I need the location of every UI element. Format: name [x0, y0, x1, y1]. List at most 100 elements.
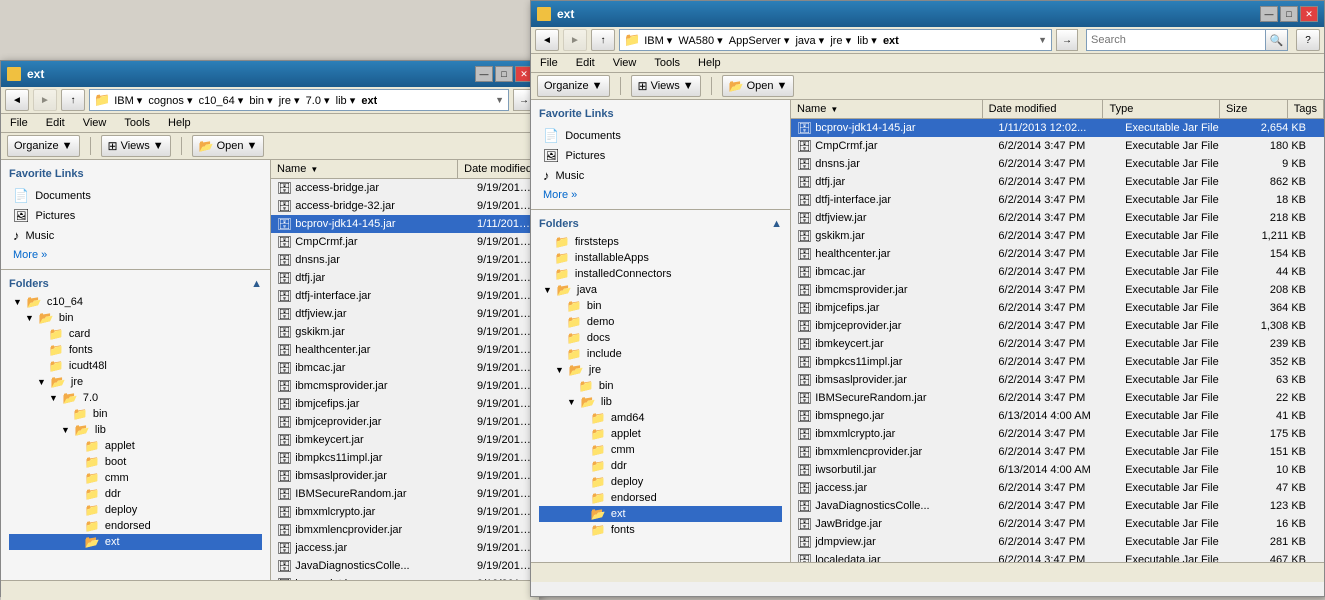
table-row[interactable]: 🗄 jdmpview.jar 6/2/2014 3:47 PM Executab… [791, 533, 1324, 551]
table-row[interactable]: 🗄 ibmxmlcrypto.jar 9/19/2013 9:47 AM [271, 503, 539, 521]
table-row[interactable]: 🗄 JawBridge.jar 6/2/2014 3:47 PM Executa… [791, 515, 1324, 533]
table-row[interactable]: 🗄 javascript.jar 9/19/2013 9:47 AM [271, 575, 539, 580]
menu-help-1[interactable]: Help [165, 116, 194, 130]
tree-item[interactable]: ▶ 📁 deploy [539, 474, 782, 490]
table-row[interactable]: 🗄 ibmkeycert.jar 6/2/2014 3:47 PM Execut… [791, 335, 1324, 353]
table-row[interactable]: 🗄 gskikm.jar 9/19/2013 9:47 AM [271, 323, 539, 341]
views-btn-1[interactable]: ⊞ Views ▼ [101, 135, 171, 157]
table-row[interactable]: 🗄 IBMSecureRandom.jar 9/19/2013 9:47 AM [271, 485, 539, 503]
open-btn-1[interactable]: 📂 Open ▼ [192, 135, 265, 157]
tree-item[interactable]: ▶ 📁 cmm [539, 442, 782, 458]
tree-item[interactable]: ▼ 📂 lib [9, 422, 262, 438]
col-type-2[interactable]: Type [1103, 100, 1219, 118]
tree-item[interactable]: ▼ 📂 java [539, 282, 782, 298]
table-row[interactable]: 🗄 dtfj.jar 9/19/2013 9:47 AM [271, 269, 539, 287]
tree-item[interactable]: ▶ 📁 amd64 [539, 410, 782, 426]
table-row[interactable]: 🗄 jaccess.jar 9/19/2013 9:47 AM [271, 539, 539, 557]
organize-btn-1[interactable]: Organize ▼ [7, 135, 80, 157]
tree-item[interactable]: ▶ 📁 endorsed [9, 518, 262, 534]
table-row[interactable]: 🗄 IBMSecureRandom.jar 6/2/2014 3:47 PM E… [791, 389, 1324, 407]
fav-documents-2[interactable]: 📄 Documents [539, 126, 782, 146]
menu-view-1[interactable]: View [80, 116, 110, 130]
col-name-1[interactable]: Name ▼ [271, 160, 458, 178]
table-row[interactable]: 🗄 JavaDiagnosticsColle... 9/19/2013 9:47… [271, 557, 539, 575]
address-dropdown-1[interactable]: ▼ [495, 95, 504, 105]
menu-edit-2[interactable]: Edit [573, 56, 598, 70]
table-row[interactable]: 🗄 gskikm.jar 6/2/2014 3:47 PM Executable… [791, 227, 1324, 245]
tree-item-ext[interactable]: ▶ 📂 ext [9, 534, 262, 550]
tree-item[interactable]: ▶ 📁 bin [9, 406, 262, 422]
tree-item[interactable]: ▼ 📂 bin [9, 310, 262, 326]
table-row[interactable]: 🗄 ibmpkcs11impl.jar 9/19/2013 9:47 AM [271, 449, 539, 467]
table-row[interactable]: 🗄 iwsorbutil.jar 6/13/2014 4:00 AM Execu… [791, 461, 1324, 479]
organize-btn-2[interactable]: Organize ▼ [537, 75, 610, 97]
table-row[interactable]: 🗄 dtfjview.jar 9/19/2013 9:47 AM [271, 305, 539, 323]
forward-btn-1[interactable]: ► [33, 89, 57, 111]
forward-btn-2[interactable]: ► [563, 29, 587, 51]
address-bar-2[interactable]: 📁 IBM ▾ WA580 ▾ AppServer ▾ java ▾ jre ▾… [619, 29, 1052, 51]
folders-collapse-2[interactable]: ▲ [771, 218, 782, 230]
table-row[interactable]: 🗄 ibmkeycert.jar 9/19/2013 9:47 AM [271, 431, 539, 449]
file-rows-2[interactable]: 🗄 bcprov-jdk14-145.jar 1/11/2013 12:02..… [791, 119, 1324, 562]
tree-item[interactable]: ▶ 📁 bin [539, 298, 782, 314]
tree-item[interactable]: ▶ 📁 deploy [9, 502, 262, 518]
table-row[interactable]: 🗄 ibmcac.jar 9/19/2013 9:47 AM [271, 359, 539, 377]
menu-edit-1[interactable]: Edit [43, 116, 68, 130]
col-date-2[interactable]: Date modified [983, 100, 1104, 118]
open-btn-2[interactable]: 📂 Open ▼ [722, 75, 795, 97]
help-btn-2[interactable]: ? [1296, 29, 1320, 51]
table-row[interactable]: 🗄 ibmpkcs11impl.jar 6/2/2014 3:47 PM Exe… [791, 353, 1324, 371]
views-btn-2[interactable]: ⊞ Views ▼ [631, 75, 701, 97]
file-rows-1[interactable]: 🗄 access-bridge.jar 9/19/2013 9:47 AM 🗄 … [271, 179, 539, 580]
tree-container-1[interactable]: ▼ 📂 c10_64 ▼ 📂 bin ▶ 📁 card [9, 294, 262, 572]
up-btn-2[interactable]: ↑ [591, 29, 615, 51]
tree-item[interactable]: ▶ 📁 demo [539, 314, 782, 330]
table-row[interactable]: 🗄 dnsns.jar 9/19/2013 9:47 AM [271, 251, 539, 269]
tree-item[interactable]: ▶ 📁 ddr [539, 458, 782, 474]
fav-pictures-1[interactable]: 🖼 Pictures [9, 206, 262, 226]
table-row[interactable]: 🗄 ibmjcefips.jar 9/19/2013 9:47 AM [271, 395, 539, 413]
search-btn-2[interactable]: 🔍 [1266, 29, 1288, 51]
menu-help-2[interactable]: Help [695, 56, 724, 70]
tree-item[interactable]: ▶ 📁 applet [539, 426, 782, 442]
tree-item[interactable]: ▶ 📁 endorsed [539, 490, 782, 506]
tree-item-include[interactable]: ▶ 📁 include [539, 346, 782, 362]
table-row[interactable]: 🗄 ibmxmlcrypto.jar 6/2/2014 3:47 PM Exec… [791, 425, 1324, 443]
tree-item[interactable]: ▼ 📂 7.0 [9, 390, 262, 406]
table-row[interactable]: 🗄 ibmsaslprovider.jar 6/2/2014 3:47 PM E… [791, 371, 1324, 389]
tree-item[interactable]: ▼ 📂 lib [539, 394, 782, 410]
table-row[interactable]: 🗄 ibmcac.jar 6/2/2014 3:47 PM Executable… [791, 263, 1324, 281]
col-size-2[interactable]: Size [1220, 100, 1288, 118]
col-name-2[interactable]: Name ▼ [791, 100, 983, 118]
tree-item[interactable]: ▶ 📁 ddr [9, 486, 262, 502]
more-link-1[interactable]: More » [9, 249, 262, 261]
table-row[interactable]: 🗄 JavaDiagnosticsColle... 6/2/2014 3:47 … [791, 497, 1324, 515]
table-row[interactable]: 🗄 access-bridge.jar 9/19/2013 9:47 AM [271, 179, 539, 197]
fav-music-1[interactable]: ♪ Music [9, 226, 262, 245]
table-row[interactable]: 🗄 ibmcmsprovider.jar 6/2/2014 3:47 PM Ex… [791, 281, 1324, 299]
table-row[interactable]: 🗄 access-bridge-32.jar 9/19/2013 9:47 AM [271, 197, 539, 215]
table-row[interactable]: 🗄 bcprov-jdk14-145.jar 1/11/2013 12:02..… [791, 119, 1324, 137]
table-row[interactable]: 🗄 jaccess.jar 6/2/2014 3:47 PM Executabl… [791, 479, 1324, 497]
table-row[interactable]: 🗄 dnsns.jar 6/2/2014 3:47 PM Executable … [791, 155, 1324, 173]
menu-file-1[interactable]: File [7, 116, 31, 130]
address-bar-1[interactable]: 📁 IBM ▾ cognos ▾ c10_64 ▾ bin ▾ jre ▾ 7.… [89, 89, 509, 111]
tree-item[interactable]: ▶ 📁 card [9, 326, 262, 342]
table-row[interactable]: 🗄 ibmxmlencprovider.jar 9/19/2013 9:47 A… [271, 521, 539, 539]
table-row[interactable]: 🗄 ibmjcefips.jar 6/2/2014 3:47 PM Execut… [791, 299, 1324, 317]
table-row[interactable]: 🗄 CmpCrmf.jar 9/19/2013 9:47 AM [271, 233, 539, 251]
tree-item[interactable]: ▶ 📁 fonts [539, 522, 782, 538]
tree-item[interactable]: ▼ 📂 jre [539, 362, 782, 378]
menu-file-2[interactable]: File [537, 56, 561, 70]
close-btn-2[interactable]: ✕ [1300, 6, 1318, 22]
table-row[interactable]: 🗄 CmpCrmf.jar 6/2/2014 3:47 PM Executabl… [791, 137, 1324, 155]
menu-view-2[interactable]: View [610, 56, 640, 70]
maximize-btn-1[interactable]: □ [495, 66, 513, 82]
more-link-2[interactable]: More » [539, 189, 782, 201]
table-row[interactable]: 🗄 healthcenter.jar 6/2/2014 3:47 PM Exec… [791, 245, 1324, 263]
table-row[interactable]: 🗄 ibmsaslprovider.jar 9/19/2013 9:47 AM [271, 467, 539, 485]
back-btn-1[interactable]: ◄ [5, 89, 29, 111]
go-btn-2[interactable]: → [1056, 29, 1078, 51]
tree-item[interactable]: ▶ 📁 fonts [9, 342, 262, 358]
tree-item[interactable]: ▼ 📂 jre [9, 374, 262, 390]
